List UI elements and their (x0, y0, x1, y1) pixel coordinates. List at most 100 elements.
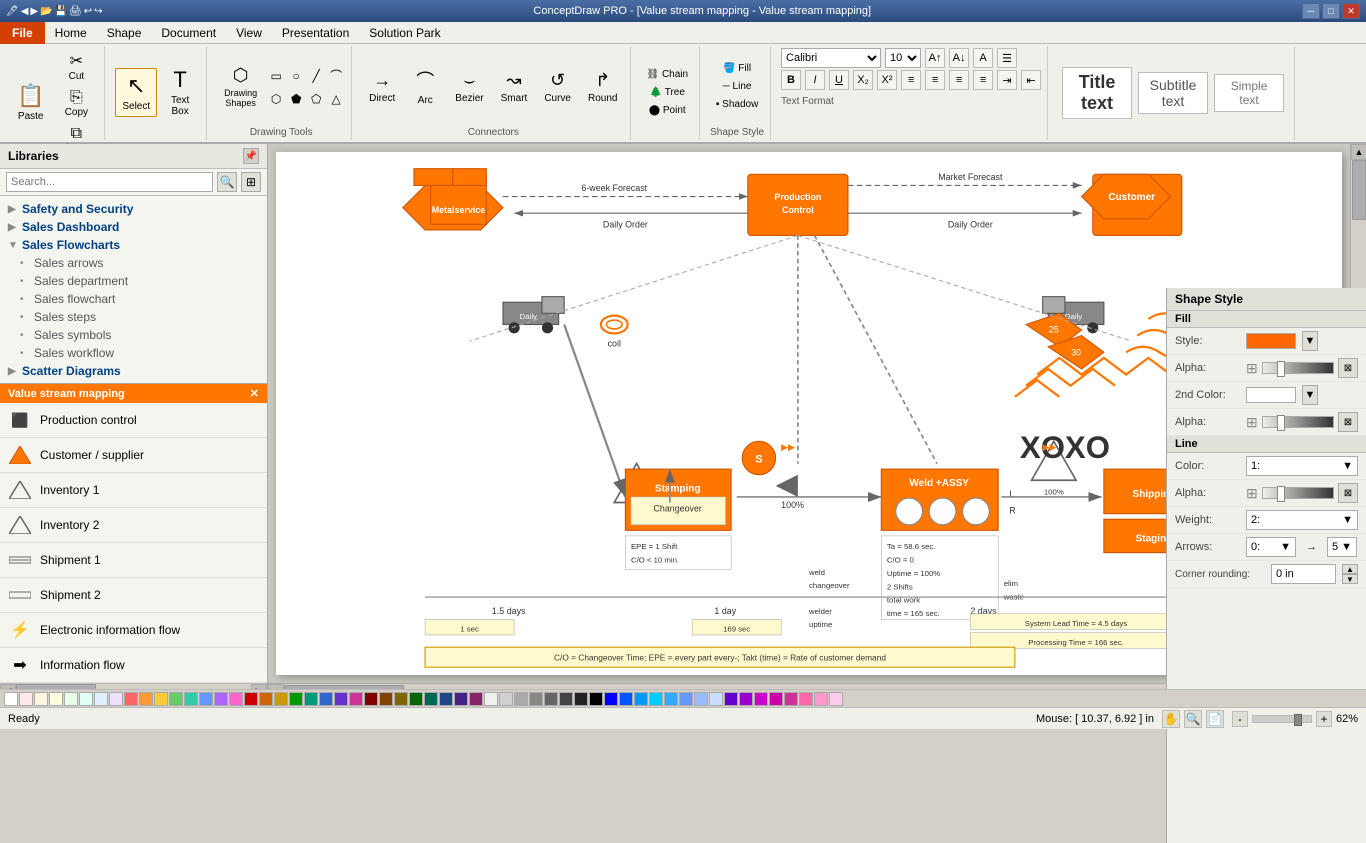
color-light1[interactable] (19, 692, 33, 706)
tree-item-sales-department[interactable]: • Sales department (0, 272, 267, 290)
line-alpha-control[interactable]: ⊠ (1338, 483, 1358, 503)
tree-item-sales-workflow[interactable]: • Sales workflow (0, 344, 267, 362)
underline-button[interactable]: U (829, 70, 849, 90)
weld-assy-node[interactable]: Weld +ASSY (881, 469, 998, 530)
color-purple1[interactable] (214, 692, 228, 706)
color-light5[interactable] (79, 692, 93, 706)
production-control-node[interactable]: Production Control (748, 174, 848, 235)
color-light2[interactable] (34, 692, 48, 706)
simple-text-style[interactable]: Simpletext (1214, 74, 1284, 112)
color-darkpink1[interactable] (349, 692, 363, 706)
vscroll-up[interactable]: ▲ (1351, 144, 1366, 160)
font-color-button[interactable]: A (973, 48, 993, 68)
align-center-button[interactable]: ≡ (925, 70, 945, 90)
text-box-button[interactable]: T TextBox (160, 62, 200, 122)
color-vdarkpurple[interactable] (454, 692, 468, 706)
curve-button[interactable]: ↺ Curve (537, 65, 578, 109)
nav-back-icon[interactable]: ◀ (21, 6, 29, 17)
fill-alpha-control[interactable]: ⊠ (1338, 358, 1358, 378)
tree-item-sales-arrows[interactable]: • Sales arrows (0, 254, 267, 272)
document-menu[interactable]: Document (151, 22, 226, 44)
color-blue4[interactable] (634, 692, 648, 706)
color-light6[interactable] (94, 692, 108, 706)
color-teal1[interactable] (184, 692, 198, 706)
view-menu[interactable]: View (226, 22, 272, 44)
line-tool[interactable]: ╱ (307, 66, 325, 86)
corner-rounding-spinner[interactable]: ▲ ▼ (1342, 564, 1358, 584)
metalservice-node[interactable]: Metalservice (403, 169, 503, 230)
font-select[interactable]: Calibri (781, 48, 881, 68)
zoom-out-button[interactable]: - (1232, 711, 1248, 727)
home-menu[interactable]: Home (45, 22, 97, 44)
color-light3[interactable] (49, 692, 63, 706)
copy-button[interactable]: ⎘ Copy (54, 86, 98, 121)
zoom-thumb[interactable] (1294, 714, 1302, 726)
color-purple3[interactable] (739, 692, 753, 706)
color-gray4[interactable] (529, 692, 543, 706)
fill-style-dropdown[interactable]: ▼ (1302, 331, 1318, 351)
color-blue1[interactable] (199, 692, 213, 706)
fill-color-swatch[interactable] (1246, 333, 1296, 349)
rect-tool[interactable]: ▭ (267, 66, 285, 86)
align-justify-button[interactable]: ≡ (973, 70, 993, 90)
vsm-item-shipment1[interactable]: Shipment 1 (0, 543, 267, 578)
solution-park-menu[interactable]: Solution Park (359, 22, 450, 44)
shadow-button[interactable]: ▪ Shadow (711, 96, 763, 113)
color-gray3[interactable] (514, 692, 528, 706)
vsm-item-info[interactable]: ➡ Information flow (0, 648, 267, 683)
title-text-style[interactable]: Titletext (1062, 67, 1132, 119)
color-white[interactable] (4, 692, 18, 706)
library-pin-button[interactable]: 📌 (243, 148, 259, 164)
print-icon[interactable]: 🖨 (69, 6, 82, 17)
color-gray5[interactable] (544, 692, 558, 706)
color-vdarkorange[interactable] (379, 692, 393, 706)
color-darkyellow1[interactable] (274, 692, 288, 706)
tree-item-sales-steps[interactable]: • Sales steps (0, 308, 267, 326)
page-tool[interactable]: 📄 (1206, 710, 1224, 728)
tree-button[interactable]: 🌲 Tree (641, 84, 693, 101)
color-vdarkpink[interactable] (469, 692, 483, 706)
color-gray6[interactable] (559, 692, 573, 706)
color-orange1[interactable] (139, 692, 153, 706)
color-darkgreen1[interactable] (289, 692, 303, 706)
outdent-button[interactable]: ⇤ (1021, 70, 1041, 90)
undo-icon[interactable]: ↩ (84, 6, 92, 17)
font-shrink-button[interactable]: A↓ (949, 48, 969, 68)
font-size-select[interactable]: 10 (885, 48, 921, 68)
subtitle-text-style[interactable]: Subtitletext (1138, 72, 1208, 114)
tree-item-sales-flowchart[interactable]: • Sales flowchart (0, 290, 267, 308)
file-menu-button[interactable]: File (0, 22, 45, 44)
color-vdarkteal[interactable] (424, 692, 438, 706)
color-yellow1[interactable] (154, 692, 168, 706)
customer-node[interactable]: Customer (1082, 174, 1182, 235)
line-style-button[interactable]: ─ Line (711, 78, 763, 95)
paste-button[interactable]: 📋 Paste (10, 78, 51, 127)
zoom-in-button[interactable]: + (1316, 711, 1332, 727)
color-blue3[interactable] (619, 692, 633, 706)
save-icon[interactable]: 💾 (55, 6, 67, 17)
color-blue2[interactable] (604, 692, 618, 706)
zoom-slider[interactable] (1252, 715, 1312, 723)
grid-view-button[interactable]: ⊞ (241, 172, 261, 192)
line-alpha-thumb[interactable] (1277, 486, 1285, 502)
open-icon[interactable]: 📂 (40, 6, 52, 17)
fill-alpha-thumb[interactable] (1277, 361, 1285, 377)
color-light4[interactable] (64, 692, 78, 706)
subscript-button[interactable]: X₂ (853, 70, 873, 90)
superscript-button[interactable]: X² (877, 70, 897, 90)
italic-button[interactable]: I (805, 70, 825, 90)
color-gray1[interactable] (484, 692, 498, 706)
color-darkteal1[interactable] (304, 692, 318, 706)
tool5[interactable]: ⬡ (267, 89, 285, 109)
line-alpha-slider[interactable] (1262, 487, 1334, 499)
restore-button[interactable]: □ (1322, 3, 1340, 19)
curve-tool2[interactable]: ⌒ (327, 64, 345, 87)
hand-tool[interactable]: ✋ (1162, 710, 1180, 728)
font-options-button[interactable]: ☰ (997, 48, 1017, 68)
color-red1[interactable] (124, 692, 138, 706)
push-badge-s[interactable]: S (742, 441, 775, 474)
line-weight-dropdown[interactable]: 2: ▼ (1246, 510, 1358, 530)
color-darkblue1[interactable] (319, 692, 333, 706)
spinner-down[interactable]: ▼ (1342, 574, 1358, 584)
stamping-node[interactable]: Stamping Changeover (625, 469, 731, 530)
